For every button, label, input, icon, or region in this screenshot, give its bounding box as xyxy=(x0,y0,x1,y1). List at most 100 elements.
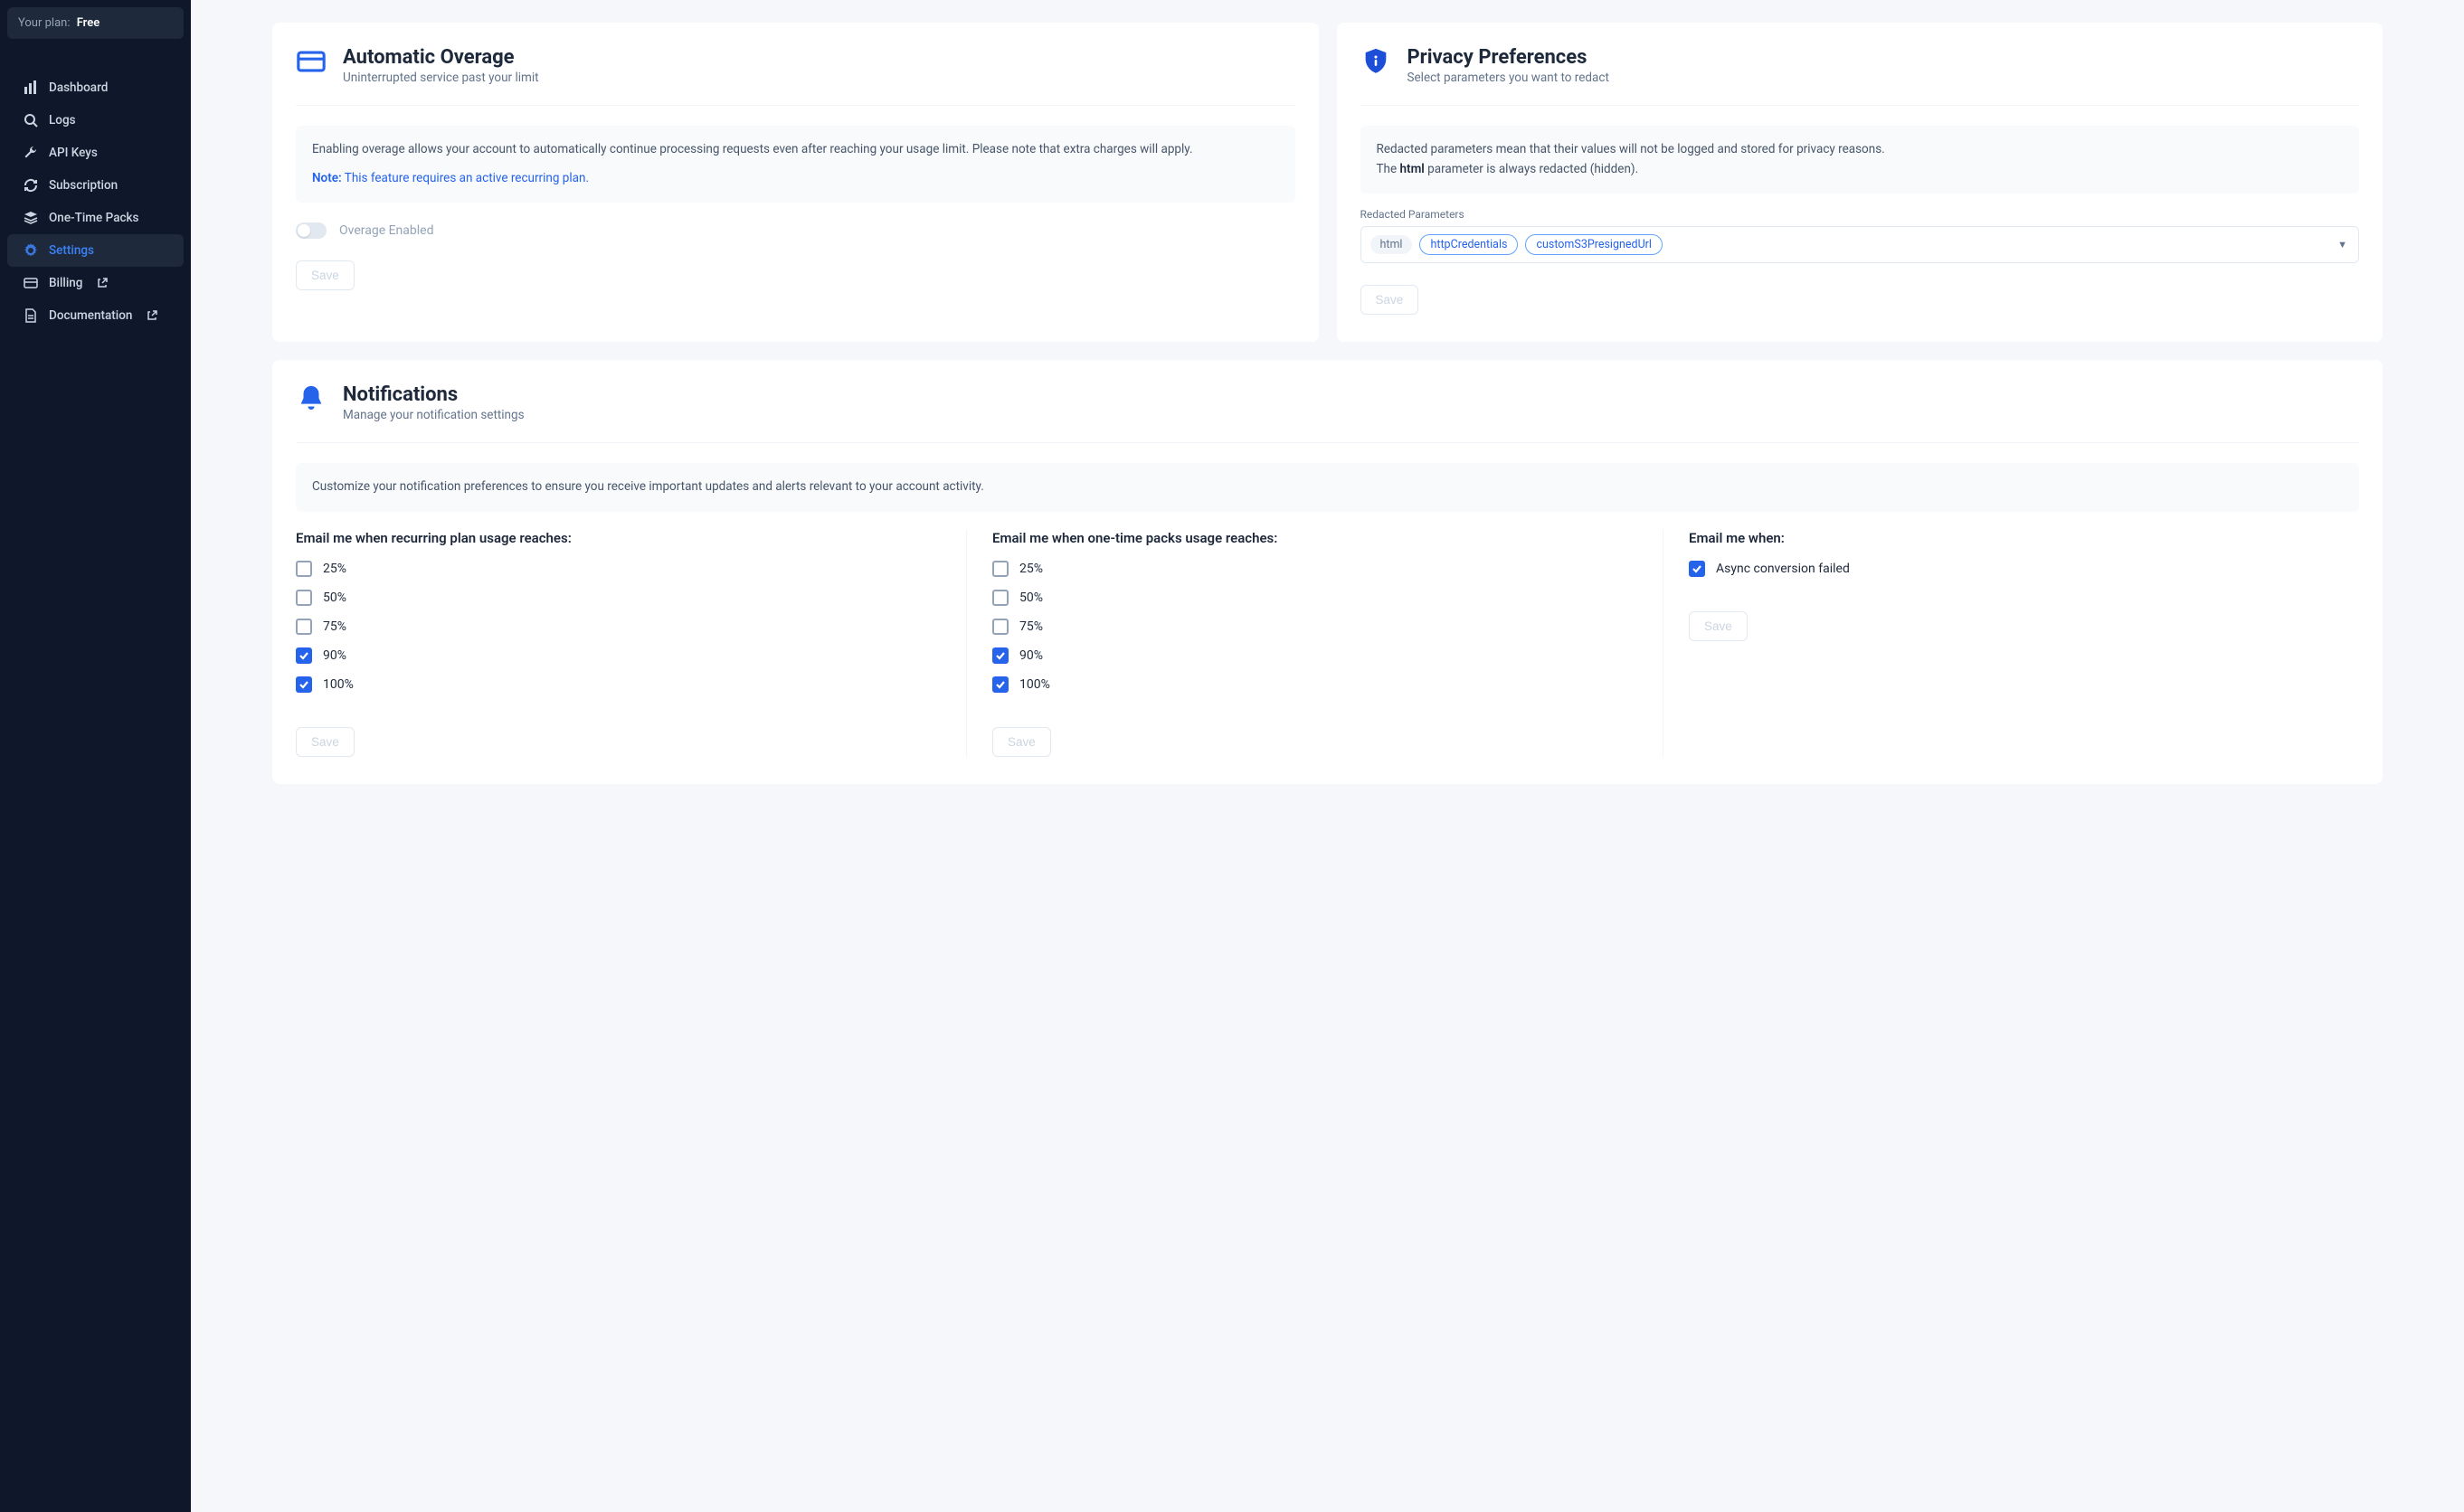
sidebar-item-settings[interactable]: Settings xyxy=(7,234,184,267)
check-label: 75% xyxy=(323,619,346,634)
checkbox[interactable] xyxy=(992,561,1009,577)
overage-toggle[interactable] xyxy=(296,222,327,239)
wrench-icon xyxy=(24,146,38,160)
external-link-icon xyxy=(147,310,157,321)
sidebar-item-subscription[interactable]: Subscription xyxy=(7,169,184,202)
main-content: Automatic Overage Uninterrupted service … xyxy=(191,0,2464,1512)
check-row: 25% xyxy=(992,561,1637,577)
redacted-params-select[interactable]: html httpCredentials customS3PresignedUr… xyxy=(1360,226,2360,263)
stack-icon xyxy=(24,211,38,225)
checkbox[interactable] xyxy=(296,676,312,693)
sidebar-item-label: Documentation xyxy=(49,308,132,323)
sidebar-item-billing[interactable]: Billing xyxy=(7,267,184,299)
check-row: 100% xyxy=(992,676,1637,693)
check-row: Async conversion failed xyxy=(1689,561,2334,577)
notifications-info: Customize your notification preferences … xyxy=(296,463,2359,512)
check-row: 100% xyxy=(296,676,941,693)
checkbox[interactable] xyxy=(296,590,312,606)
search-icon xyxy=(24,113,38,128)
checkbox[interactable] xyxy=(296,647,312,664)
param-chip[interactable]: httpCredentials xyxy=(1419,234,1518,255)
sidebar-item-label: Dashboard xyxy=(49,80,108,95)
notifications-card: Notifications Manage your notification s… xyxy=(272,360,2383,784)
overage-save-button[interactable]: Save xyxy=(296,260,355,290)
overage-note-text: This feature requires an active recurrin… xyxy=(345,171,589,185)
check-row: 75% xyxy=(296,619,941,635)
plan-label: Your plan: xyxy=(18,16,70,30)
card-icon xyxy=(24,276,38,290)
checkbox[interactable] xyxy=(296,561,312,577)
overage-card: Automatic Overage Uninterrupted service … xyxy=(272,23,1319,342)
checkbox[interactable] xyxy=(1689,561,1705,577)
overage-info: Enabling overage allows your account to … xyxy=(296,126,1295,203)
sidebar-item-label: Billing xyxy=(49,276,82,290)
notif-col2-save-button[interactable]: Save xyxy=(992,727,1051,757)
plan-badge: Your plan: Free xyxy=(7,7,184,39)
refresh-icon xyxy=(24,178,38,193)
plan-value: Free xyxy=(77,16,100,30)
check-row: 50% xyxy=(296,590,941,606)
notifications-subtitle: Manage your notification settings xyxy=(343,408,525,422)
redacted-params-label: Redacted Parameters xyxy=(1360,208,2360,221)
param-chip-locked: html xyxy=(1370,235,1413,254)
privacy-card: Privacy Preferences Select parameters yo… xyxy=(1337,23,2383,342)
overage-title: Automatic Overage xyxy=(343,46,539,69)
sidebar: Your plan: Free Dashboard Logs API Keys Sub… xyxy=(0,0,191,1512)
notif-col-onetime: Email me when one-time packs usage reach… xyxy=(967,530,1663,757)
privacy-save-button[interactable]: Save xyxy=(1360,285,1419,315)
checkbox[interactable] xyxy=(992,619,1009,635)
sidebar-item-label: Logs xyxy=(49,113,76,128)
sidebar-item-api-keys[interactable]: API Keys xyxy=(7,137,184,169)
overage-note-label: Note: xyxy=(312,171,342,185)
check-label: 100% xyxy=(323,677,354,692)
check-row: 75% xyxy=(992,619,1637,635)
check-label: 25% xyxy=(1019,562,1043,576)
sidebar-item-label: One-Time Packs xyxy=(49,211,139,225)
check-label: 75% xyxy=(1019,619,1043,634)
check-row: 50% xyxy=(992,590,1637,606)
sidebar-item-dashboard[interactable]: Dashboard xyxy=(7,71,184,104)
sidebar-item-logs[interactable]: Logs xyxy=(7,104,184,137)
check-label: 100% xyxy=(1019,677,1050,692)
bars-icon xyxy=(24,80,38,95)
check-row: 90% xyxy=(296,647,941,664)
sidebar-item-documentation[interactable]: Documentation xyxy=(7,299,184,332)
privacy-subtitle: Select parameters you want to redact xyxy=(1407,71,1609,85)
checkbox[interactable] xyxy=(992,647,1009,664)
overage-info-text: Enabling overage allows your account to … xyxy=(312,140,1279,160)
sidebar-item-label: Subscription xyxy=(49,178,118,193)
notif-col1-heading: Email me when recurring plan usage reach… xyxy=(296,530,941,546)
check-label: Async conversion failed xyxy=(1716,562,1850,576)
notif-col3-heading: Email me when: xyxy=(1689,530,2334,546)
check-row: 25% xyxy=(296,561,941,577)
checkbox[interactable] xyxy=(992,590,1009,606)
check-label: 50% xyxy=(1019,591,1043,605)
notifications-title: Notifications xyxy=(343,383,525,406)
check-label: 25% xyxy=(323,562,346,576)
checkbox[interactable] xyxy=(992,676,1009,693)
overage-subtitle: Uninterrupted service past your limit xyxy=(343,71,539,85)
notif-col-events: Email me when: Async conversion failed S… xyxy=(1663,530,2359,757)
check-label: 90% xyxy=(1019,648,1043,663)
notif-col3-save-button[interactable]: Save xyxy=(1689,611,1748,641)
privacy-title: Privacy Preferences xyxy=(1407,46,1609,69)
chevron-down-icon: ▼ xyxy=(2337,239,2347,250)
privacy-info: Redacted parameters mean that their valu… xyxy=(1360,126,2360,194)
bell-icon xyxy=(296,383,327,414)
sidebar-nav: Dashboard Logs API Keys Subscription One-Tim… xyxy=(0,71,191,332)
overage-toggle-label: Overage Enabled xyxy=(339,223,433,238)
checkbox[interactable] xyxy=(296,619,312,635)
shield-info-icon xyxy=(1360,46,1391,77)
notif-col1-save-button[interactable]: Save xyxy=(296,727,355,757)
sidebar-item-label: API Keys xyxy=(49,146,98,160)
param-chip[interactable]: customS3PresignedUrl xyxy=(1525,234,1663,255)
sidebar-item-one-time-packs[interactable]: One-Time Packs xyxy=(7,202,184,234)
check-row: 90% xyxy=(992,647,1637,664)
notif-col-recurring: Email me when recurring plan usage reach… xyxy=(296,530,967,757)
external-link-icon xyxy=(97,278,108,288)
doc-icon xyxy=(24,308,38,323)
credit-card-icon xyxy=(296,46,327,77)
notif-col2-heading: Email me when one-time packs usage reach… xyxy=(992,530,1637,546)
check-label: 90% xyxy=(323,648,346,663)
privacy-info-line1: Redacted parameters mean that their valu… xyxy=(1377,140,2344,160)
